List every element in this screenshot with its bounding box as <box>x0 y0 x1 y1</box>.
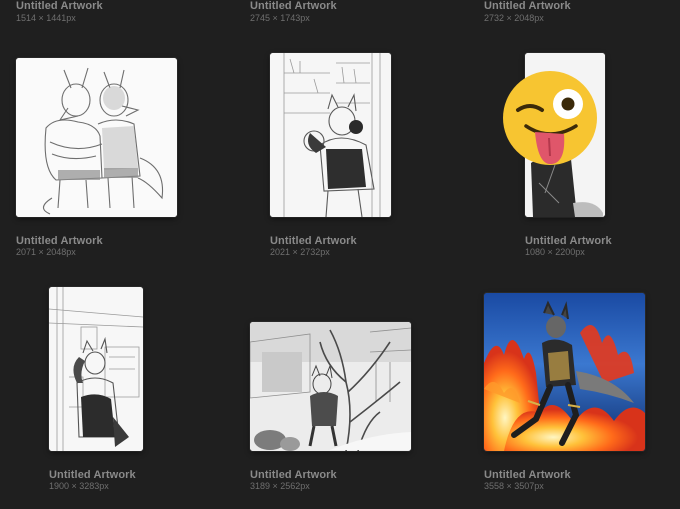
artwork-title: Untitled Artwork <box>270 235 357 247</box>
artwork-dimensions: 1514 × 1441px <box>16 13 76 23</box>
artwork-title: Untitled Artwork <box>16 0 103 12</box>
artwork-dimensions: 3558 × 3507px <box>484 481 544 491</box>
artwork-thumbnail[interactable] <box>16 58 177 217</box>
sketch-image <box>270 53 391 217</box>
artwork-dimensions: 1080 × 2200px <box>525 247 585 257</box>
artwork-thumbnail[interactable] <box>484 293 645 451</box>
artwork-dimensions: 2021 × 2732px <box>270 247 330 257</box>
artwork-title: Untitled Artwork <box>49 469 136 481</box>
artwork-dimensions: 3189 × 2562px <box>250 481 310 491</box>
artwork-thumbnail[interactable] <box>250 322 411 451</box>
artwork-thumbnail[interactable] <box>49 287 143 451</box>
artwork-thumbnail[interactable] <box>270 53 391 217</box>
artwork-title: Untitled Artwork <box>250 469 337 481</box>
sketch-image <box>16 58 177 217</box>
artwork-dimensions: 2732 × 2048px <box>484 13 544 23</box>
sketch-image <box>49 287 143 451</box>
sketch-image <box>250 322 411 451</box>
artwork-title: Untitled Artwork <box>250 0 337 12</box>
artwork-dimensions: 2745 × 1743px <box>250 13 310 23</box>
artwork-title: Untitled Artwork <box>484 0 571 12</box>
artwork-title: Untitled Artwork <box>484 469 571 481</box>
artwork-dimensions: 2071 × 2048px <box>16 247 76 257</box>
winking-tongue-emoji-icon <box>502 70 598 166</box>
artwork-title: Untitled Artwork <box>525 235 612 247</box>
artwork-title: Untitled Artwork <box>16 235 103 247</box>
color-image <box>484 293 645 451</box>
artwork-dimensions: 1900 × 3283px <box>49 481 109 491</box>
